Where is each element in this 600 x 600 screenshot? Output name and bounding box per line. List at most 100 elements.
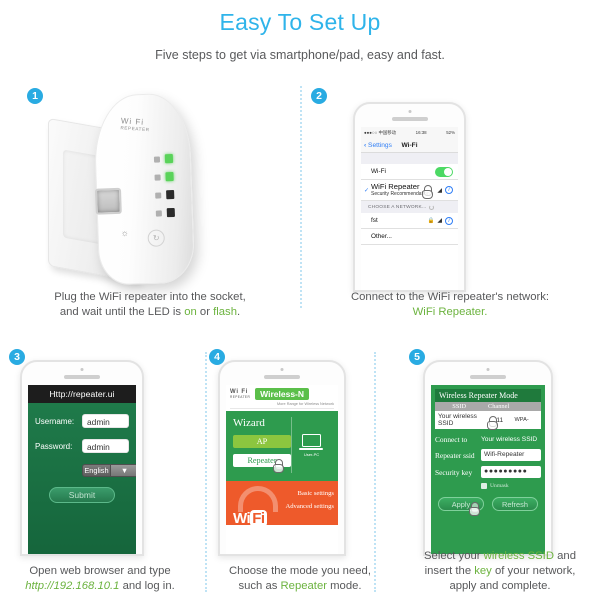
camera-icon — [486, 368, 490, 371]
wizard-title: Wizard — [233, 417, 265, 429]
language-select-value: English — [84, 466, 109, 475]
network-list-item[interactable]: fst 🔒 ◢ i — [361, 213, 458, 229]
action-buttons: Apply Refresh — [435, 497, 541, 516]
wps-icon — [155, 191, 162, 199]
connected-network-icons: ◢ i — [437, 186, 453, 194]
phone-mockup-step-5: Wireless Repeater Mode SSID Channel Your… — [423, 360, 553, 556]
step-2-caption-network: WiFi Repeater. — [412, 306, 488, 318]
connect-to-value: Your wireless SSID — [481, 436, 538, 443]
table-row[interactable]: Your wireless SSID 11 WPA- — [435, 411, 541, 430]
hand-cursor-icon — [469, 502, 481, 516]
security-key-label: Security key — [435, 467, 473, 477]
advanced-settings-link[interactable]: Advanced settings — [285, 503, 334, 510]
choose-network-label: CHOOSE A NETWORK... — [368, 205, 427, 210]
url-bar[interactable]: Http://repeater.ui — [28, 385, 136, 403]
led-row-power — [153, 153, 174, 164]
steps-row-top: 1 Wi Fi REPEATER ☼ ↻ Plug the WiFi repea… — [0, 84, 600, 332]
submit-button[interactable]: Submit — [49, 487, 115, 503]
repeater-ssid-label: Repeater ssid — [435, 450, 475, 460]
unmask-checkbox[interactable] — [481, 483, 487, 489]
chevron-down-icon: ▼ — [110, 465, 136, 476]
mode-repeater-button[interactable]: Repeater — [233, 454, 291, 473]
step-1-caption-flash: flash — [213, 306, 237, 318]
mode-repeater-label: Repeater — [247, 456, 277, 465]
ios-nav-bar: ‹ Settings Wi-Fi — [361, 138, 458, 153]
password-input[interactable]: admin — [82, 439, 129, 453]
step-3-caption: Open web browser and type http://192.168… — [0, 564, 200, 594]
clock-label: 16:38 — [415, 130, 427, 135]
connect-to-row: Connect to Your wireless SSID — [435, 435, 541, 444]
ssid-table-header: SSID Channel — [435, 402, 541, 411]
phone-top-bezel — [220, 362, 344, 385]
repeater-mode-form: Wireless Repeater Mode SSID Channel Your… — [431, 385, 545, 554]
ethernet-port — [94, 187, 122, 215]
unmask-checkbox-row[interactable]: Unmask — [481, 483, 541, 489]
wifi-logo-fi: Fi — [250, 510, 267, 525]
refresh-button[interactable]: Refresh — [492, 497, 538, 511]
row-ssid-value: Your wireless SSID — [438, 413, 477, 427]
camera-icon — [280, 368, 284, 371]
login-form: Username: admin Password: admin English … — [28, 403, 136, 554]
power-icon — [153, 155, 161, 163]
camera-icon — [408, 110, 411, 113]
checkmark-icon: ✓ — [364, 187, 370, 194]
password-row: Password: admin — [35, 439, 129, 453]
wps-reset-button[interactable]: ↻ — [147, 229, 166, 247]
phone-screen-step-5: Wireless Repeater Mode SSID Channel Your… — [431, 385, 545, 554]
column-header-security — [514, 403, 541, 410]
laptop-base — [299, 447, 323, 450]
wizard-modes: Wizard AP Repeater — [233, 417, 291, 473]
step-5-caption: Select your wireless SSID and insert the… — [400, 549, 600, 594]
client-device: User-PC — [291, 417, 331, 473]
wifi-logo: Wi Fi — [233, 510, 267, 525]
step-4-caption-line-2a: such as — [238, 580, 281, 592]
column-header-channel: Channel — [487, 403, 510, 410]
wlan-icon — [154, 173, 161, 181]
phone-top-bezel — [425, 362, 551, 385]
username-label: Username: — [35, 416, 75, 426]
choose-network-header: CHOOSE A NETWORK... — [361, 201, 458, 213]
basic-settings-link[interactable]: Basic settings — [285, 490, 334, 497]
other-network-label: Other... — [371, 233, 392, 240]
language-select[interactable]: English ▼ — [82, 464, 136, 477]
step-4-caption-mode: Repeater — [280, 580, 327, 592]
power-led — [164, 153, 174, 164]
wifi-toggle-switch[interactable] — [435, 166, 453, 177]
connected-network-row[interactable]: ✓ WiFi Repeater Security Recommendation … — [361, 180, 458, 201]
info-icon[interactable]: i — [445, 216, 453, 225]
apply-button[interactable]: Apply — [438, 497, 484, 516]
mode-ap-button[interactable]: AP — [233, 435, 291, 448]
step-1-caption-line-2c: . — [236, 306, 241, 318]
other-network-item[interactable]: Other... — [361, 229, 458, 245]
step-3-caption-url: http://192.168.10.1 — [25, 580, 120, 592]
wifi-logo-wi: Wi — [233, 510, 251, 525]
step-1-caption-line-2a: and wait until the LED is — [59, 306, 185, 318]
username-input[interactable]: admin — [82, 414, 129, 428]
lan-icon — [155, 209, 162, 217]
repeater-ssid-input[interactable]: Wifi-Repeater — [481, 449, 541, 461]
speaker-grille — [391, 117, 428, 121]
wifi-banner: Wi Fi Basic settings Advanced settings — [226, 481, 338, 525]
led-row-wlan — [154, 171, 174, 182]
speaker-grille — [64, 375, 100, 379]
laptop-icon — [299, 433, 323, 450]
wifi-toggle-label: Wi-Fi — [371, 168, 386, 175]
info-icon[interactable]: i — [445, 186, 453, 194]
step-badge-5: 5 — [409, 349, 425, 365]
repeater-mode-title: Wireless Repeater Mode — [435, 389, 541, 402]
wifi-toggle-row[interactable]: Wi-Fi — [361, 164, 458, 180]
security-key-row: Security key ●●●●●●●●● — [435, 466, 541, 478]
step-1-caption-line-2b: or — [196, 306, 214, 318]
security-key-input[interactable]: ●●●●●●●●● — [481, 466, 541, 478]
wps-led — [166, 189, 175, 200]
step-5-caption-line-1b: and — [553, 550, 576, 562]
wizard-panel: Wizard AP Repeater User-PC — [226, 411, 338, 481]
step-badge-4: 4 — [209, 349, 225, 365]
router-tagline: More Range for Wireless Network — [230, 400, 334, 409]
router-ui-header: Wi Fi REPEATER Wireless-N More Range for… — [226, 385, 338, 411]
step-5-caption-ssid: wireless SSID — [483, 550, 554, 562]
apply-button-label: Apply — [451, 500, 471, 509]
password-label: Password: — [35, 441, 73, 451]
loading-spinner-icon — [429, 205, 435, 210]
phone-top-bezel — [22, 362, 142, 385]
